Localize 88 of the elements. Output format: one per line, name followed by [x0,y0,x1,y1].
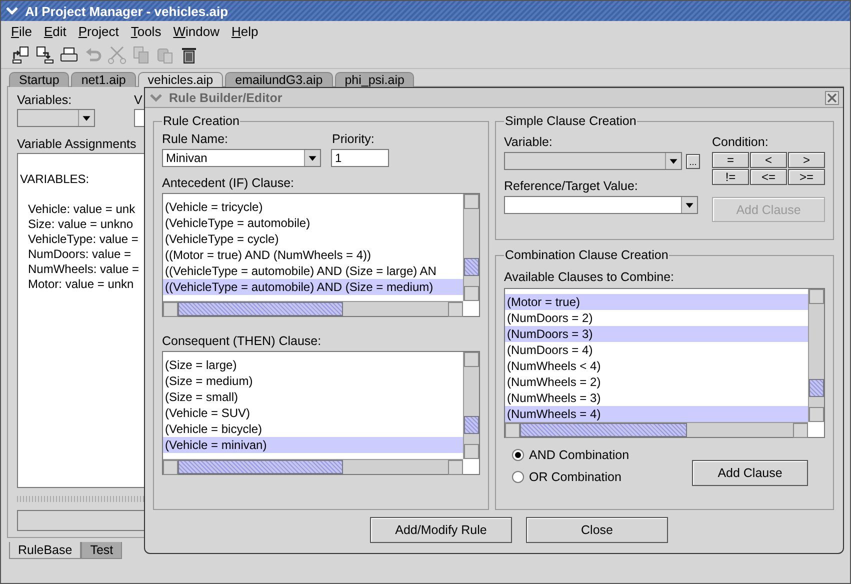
list-item[interactable]: (Vehicle = SUV) [163,405,463,421]
list-item[interactable]: (VehicleType = automobile) [163,215,463,231]
condition-button[interactable]: > [788,152,825,168]
radio-button[interactable] [512,449,524,461]
list-item[interactable]: (NumWheels < 4) [505,358,808,374]
condition-button[interactable]: <= [750,169,787,185]
window-title: AI Project Manager - vehicles.aip [25,4,228,18]
group-title: Simple Clause Creation [504,114,638,128]
list-item[interactable]: (NumWheels = 2) [505,374,808,390]
list-item[interactable]: ((VehicleType = automobile) AND (Size = medium) [163,279,463,295]
clause-list[interactable]: (Motor = true) (NumDoors = 2) (NumDoors = 3) (NumDoors = 4) (NumWheels < 4) (NumWheels = 2) (NumWheels = 3) (NumWheels = 4) [504,288,825,438]
radio-label[interactable]: AND Combination [529,448,630,462]
menu-item[interactable]: Help [231,24,258,38]
field-label: Variable: [504,135,554,149]
scrollbar[interactable] [463,194,479,301]
assignment-line: Motor: value = unkn [28,277,134,292]
list-item[interactable]: ((VehicleType = automobile) AND (Size = large) AN [163,263,463,279]
dialog-button[interactable]: Close [526,517,668,543]
menu-item[interactable]: Project [78,24,119,38]
close-icon[interactable] [825,90,839,104]
scrollbar[interactable] [505,422,808,437]
save-file-icon[interactable] [35,44,55,64]
radio-button[interactable] [512,471,524,483]
field-label: Variables: [17,93,73,107]
field-label: Antecedent (IF) Clause: [162,176,296,190]
field-label: Reference/Target Value: [504,179,639,193]
list-item[interactable]: (NumWheels = 3) [505,390,808,406]
scrollbar[interactable] [163,301,463,316]
more-button[interactable]: ... [686,154,700,168]
radio-label[interactable]: OR Combination [529,470,622,484]
dialog-button[interactable]: Add/Modify Rule [370,517,512,543]
clause-list[interactable] [162,193,480,317]
caret-icon[interactable] [681,197,697,213]
scrollbar[interactable] [463,352,479,459]
assignments-heading: VARIABLES: [20,172,90,187]
field-label: Condition: [712,135,770,149]
group-title: Combination Clause Creation [504,248,670,262]
dialog-title: Rule Builder/Editor [169,90,282,104]
list-item[interactable]: (Vehicle = bicycle) [163,421,463,437]
open-file-icon[interactable] [11,44,31,64]
field-label: Variable Assignments [17,137,136,151]
list-item[interactable]: (NumDoors = 3) [505,326,808,342]
scrollbar[interactable] [808,289,824,422]
clause-list[interactable]: (Size = large) (Size = medium) (Size = small) (Vehicle = SUV) (Vehicle = bicycle) (Vehicle = minivan) [162,351,480,475]
condition-button[interactable]: != [712,169,749,185]
list-item[interactable]: (Vehicle = minivan) [163,437,463,453]
field-label: Priority: [332,132,374,146]
condition-button[interactable]: >= [788,169,825,185]
scrollbar[interactable] [163,459,463,474]
assignment-line: Size: value = unkno [28,217,134,232]
assignment-line: NumWheels: value = [28,262,140,277]
caret-icon[interactable] [304,150,320,166]
list-item[interactable]: (NumDoors = 2) [505,310,808,326]
list-item[interactable]: (NumDoors = 4) [505,342,808,358]
assignment-line: Vehicle: value = unk [28,202,136,217]
menu-item[interactable]: Tools [130,24,162,38]
file-tab[interactable]: emailundG3.aip [225,72,333,87]
assignment-line: VehicleType: value = [28,232,138,247]
list-item[interactable]: (Size = large) [163,357,463,373]
target-value-combo[interactable] [504,196,698,214]
rule-name-combo[interactable]: Minivan [162,149,321,167]
file-tab[interactable]: phi_psi.aip [334,72,414,87]
list-item[interactable]: ((Motor = true) AND (NumWheels = 4)) [163,247,463,263]
list-item[interactable]: (Size = small) [163,389,463,405]
list-item[interactable]: (NumWheels = 4) [505,406,808,422]
field-label: Consequent (THEN) Clause: [162,334,322,348]
menu-item[interactable]: File [11,24,32,38]
field-label: V [134,93,142,107]
file-tab[interactable]: vehicles.aip [138,72,224,87]
panel-tab[interactable]: Test [81,542,122,559]
file-tab[interactable]: net1.aip [71,72,136,87]
field-label: Available Clauses to Combine: [504,270,676,284]
field-label: Rule Name: [162,132,229,146]
group-title: Rule Creation [162,114,240,128]
condition-button[interactable]: < [750,152,787,168]
add-clause-button[interactable]: Add Clause [692,460,808,486]
list-item[interactable]: (Motor = true) [505,294,808,310]
menu-item[interactable]: Edit [44,24,66,38]
priority-field[interactable]: 1 [331,149,389,167]
file-tab[interactable]: Startup [9,72,70,87]
list-item[interactable]: (Vehicle = tricycle) [163,199,463,215]
menu-item[interactable]: Window [173,24,220,38]
condition-button[interactable]: = [712,152,749,168]
printer-icon[interactable] [59,44,79,64]
list-item[interactable]: (Size = medium) [163,373,463,389]
list-item[interactable]: (VehicleType = cycle) [163,231,463,247]
assignment-line: NumDoors: value = [28,247,132,262]
panel-tab[interactable]: RuleBase [9,542,82,559]
